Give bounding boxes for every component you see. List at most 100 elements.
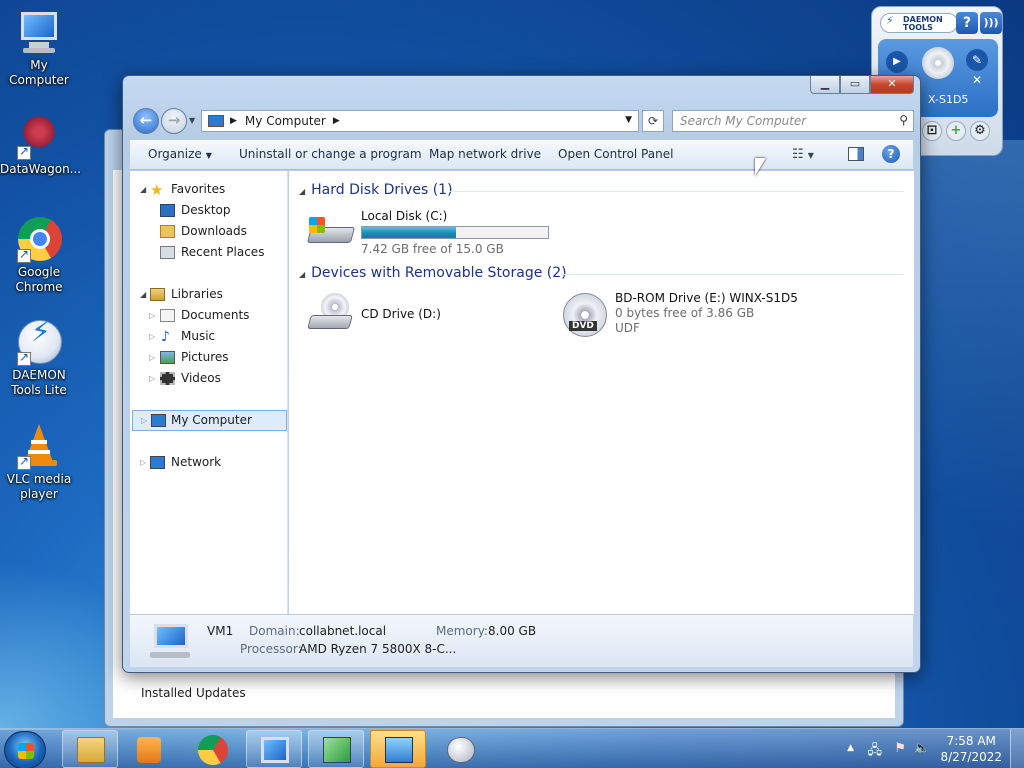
taskbar-media-player[interactable] (120, 730, 176, 768)
change-view-icon[interactable]: ☷ ▼ (792, 147, 814, 162)
desktop-icon-chrome[interactable]: Google Chrome (0, 215, 78, 295)
datawagon-icon (15, 112, 63, 160)
address-dropdown-icon[interactable]: ▼ (625, 115, 632, 125)
nav-favorites[interactable]: ◢ ★ Favorites (130, 179, 288, 200)
gadget-drive-name: X-S1D5 (928, 93, 969, 106)
desktop-icon-daemon-tools[interactable]: ⚡ DAEMON Tools Lite (0, 318, 78, 398)
nav-documents[interactable]: ▷ Documents (130, 305, 288, 326)
open-control-panel-button[interactable]: Open Control Panel (558, 147, 673, 161)
shortcut-arrow-icon (17, 247, 31, 263)
close-button[interactable]: ✕ (870, 76, 914, 94)
address-bar[interactable]: ▶ My Computer ▶ ▼ (201, 110, 639, 132)
volume-icon[interactable]: 🔈 (914, 741, 930, 756)
desktop-icon-vlc[interactable]: VLC media player (0, 422, 78, 502)
desktop-icon-label: DAEMON Tools Lite (11, 368, 67, 397)
taskbar-remote-desktop[interactable] (246, 730, 302, 768)
maximize-button[interactable]: ▭ (840, 76, 870, 94)
desktop: { "desktop": { "icons": [ {"label": "My … (0, 0, 1024, 768)
gadget-help-button[interactable]: ? (956, 12, 978, 34)
command-bar: Organize ▼ Uninstall or change a program … (130, 140, 913, 170)
forward-button[interactable]: → (161, 108, 187, 134)
navigation-pane: ◢ ★ Favorites Desktop Downloads Recent P… (130, 171, 288, 614)
show-hidden-icons-icon[interactable]: ▲ (847, 743, 854, 753)
taskbar-chrome[interactable] (184, 730, 240, 768)
nav-my-computer-label: My Computer (171, 413, 252, 427)
expanded-triangle-icon[interactable]: ◢ (140, 179, 146, 200)
nav-network-label: Network (171, 455, 222, 469)
nav-desktop[interactable]: Desktop (130, 200, 288, 221)
collapsed-triangle-icon[interactable]: ▷ (149, 347, 155, 368)
expanded-triangle-icon[interactable]: ◢ (140, 284, 146, 305)
drive-free-space: 7.42 GB free of 15.0 GB (361, 242, 504, 256)
expanded-triangle-icon: ◢ (299, 187, 306, 196)
desktop-icon-datawagon[interactable]: DataWagon... (0, 112, 82, 177)
drive-bd-rom-e[interactable]: DVD BD-ROM Drive (E:) WINX-S1D5 0 bytes … (561, 291, 861, 345)
drive-local-disk-c[interactable]: Local Disk (C:) 7.42 GB free of 15.0 GB (306, 209, 557, 257)
chrome-icon (198, 735, 228, 765)
computer-icon (208, 115, 224, 127)
group-title: Hard Disk Drives (1) (311, 182, 453, 198)
recent-pages-dropdown-icon[interactable]: ▼ (189, 116, 195, 125)
show-desktop-button[interactable] (1010, 729, 1024, 768)
nav-videos[interactable]: ▷ Videos (130, 368, 288, 389)
breadcrumb-my-computer[interactable]: My Computer (245, 114, 326, 128)
control-panel-icon (385, 737, 413, 763)
nav-downloads[interactable]: Downloads (130, 221, 288, 242)
breadcrumb-chevron-icon[interactable]: ▶ (333, 116, 340, 126)
rss-icon[interactable]: ))) (980, 12, 1002, 34)
nav-music[interactable]: ▷ ♪ Music (130, 326, 288, 347)
add-icon[interactable]: + (946, 121, 966, 141)
search-input[interactable]: Search My Computer ⚲ (672, 110, 914, 132)
network-tray-icon[interactable]: 🖧 (868, 741, 883, 763)
desktop-icon-my-computer[interactable]: My Computer (0, 8, 78, 88)
nav-pictures[interactable]: ▷ Pictures (130, 347, 288, 368)
organize-button[interactable]: Organize ▼ (148, 147, 212, 161)
processor-label: Processor: (240, 642, 302, 656)
preview-pane-icon[interactable] (848, 147, 864, 161)
minimize-button[interactable]: ▁ (810, 76, 840, 94)
clock[interactable]: 7:58 AM 8/27/2022 (940, 733, 1002, 765)
lock-icon[interactable]: ⊡ (922, 121, 942, 141)
refresh-button[interactable]: ⟳ (642, 110, 664, 132)
group-header-hard-disk-drives[interactable]: ◢ Hard Disk Drives (1) (299, 182, 453, 198)
taskbar-app[interactable] (308, 730, 364, 768)
nav-recent-places[interactable]: Recent Places (130, 242, 288, 263)
collapsed-triangle-icon[interactable]: ▷ (149, 305, 155, 326)
computer-icon (261, 737, 289, 763)
taskbar-explorer[interactable] (62, 730, 118, 768)
dvd-disc-icon: DVD (561, 291, 609, 339)
drive-cd-d[interactable]: CD Drive (D:) (307, 291, 547, 339)
start-button[interactable] (4, 731, 46, 768)
settings-icon[interactable]: ⚙ (970, 121, 990, 141)
action-center-icon[interactable]: ⚑ (894, 741, 906, 756)
back-button[interactable]: ← (133, 108, 159, 134)
recent-places-icon (160, 246, 175, 259)
help-button[interactable]: ? (882, 145, 900, 163)
group-header-removable-storage[interactable]: ◢ Devices with Removable Storage (2) (299, 265, 567, 281)
nav-network[interactable]: ▷ Network (130, 452, 288, 473)
daemon-tools-icon (447, 737, 475, 763)
map-network-drive-button[interactable]: Map network drive (429, 147, 541, 161)
wrench-icon[interactable]: ✎ (966, 49, 988, 71)
breadcrumb-chevron-icon[interactable]: ▶ (230, 116, 237, 126)
collapsed-triangle-icon[interactable]: ▷ (149, 368, 155, 389)
nav-my-computer[interactable]: ▷ My Computer (132, 410, 287, 431)
unmount-icon[interactable]: ✕ (966, 73, 988, 89)
music-icon: ♪ (161, 329, 170, 345)
domain-label: Domain: (249, 624, 300, 638)
nav-libraries[interactable]: ◢ Libraries (130, 284, 288, 305)
search-icon[interactable]: ⚲ (899, 113, 908, 127)
uninstall-program-button[interactable]: Uninstall or change a program (239, 147, 422, 161)
desktop-icon-label: DataWagon... (0, 162, 82, 176)
taskbar-daemon-tools[interactable] (432, 730, 488, 768)
drive-usage-fill (362, 227, 456, 238)
collapsed-triangle-icon[interactable]: ▷ (141, 410, 147, 431)
taskbar-control-panel[interactable] (370, 730, 426, 768)
installed-updates-link[interactable]: Installed Updates (141, 686, 246, 700)
navigation-bar: ← → ▼ ▶ My Computer ▶ ▼ ⟳ Search My Comp… (131, 106, 914, 136)
collapsed-triangle-icon[interactable]: ▷ (140, 452, 146, 473)
play-icon[interactable]: ▶ (886, 51, 908, 73)
cube-icon (323, 737, 351, 763)
explorer-window[interactable]: ▁ ▭ ✕ ← → ▼ ▶ My Computer ▶ ▼ ⟳ Search M… (122, 75, 921, 673)
collapsed-triangle-icon[interactable]: ▷ (149, 326, 155, 347)
